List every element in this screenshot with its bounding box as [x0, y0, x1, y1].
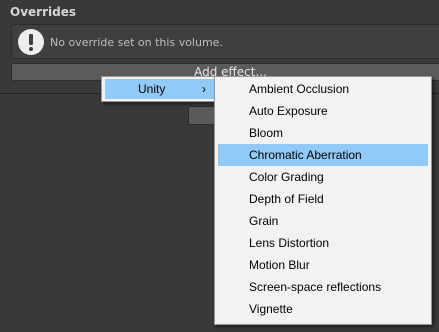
info-helpbox: No override set on this volume. — [11, 24, 439, 59]
menu-item-label: Screen-space reflections — [249, 280, 382, 294]
menu-item-ambient-occlusion[interactable]: Ambient Occlusion — [218, 78, 428, 100]
menu-item-label: Bloom — [249, 126, 284, 140]
menu-item-label: Ambient Occlusion — [249, 82, 350, 96]
info-message: No override set on this volume. — [50, 36, 223, 49]
menu-item-label: Chromatic Aberration — [249, 148, 362, 162]
menu-item-color-grading[interactable]: Color Grading — [218, 166, 428, 188]
menu-item-label: Depth of Field — [249, 192, 324, 206]
menu-item-chromatic-aberration[interactable]: Chromatic Aberration — [218, 144, 428, 166]
menu-item-unity[interactable]: Unity › — [105, 79, 215, 99]
menu-item-depth-of-field[interactable]: Depth of Field — [218, 188, 428, 210]
menu-item-bloom[interactable]: Bloom — [218, 122, 428, 144]
menu-item-label: Grain — [249, 214, 279, 228]
context-menu: Unity › — [101, 76, 219, 102]
menu-item-label: Auto Exposure — [249, 104, 328, 118]
menu-item-motion-blur[interactable]: Motion Blur — [218, 254, 428, 276]
menu-item-auto-exposure[interactable]: Auto Exposure — [218, 100, 428, 122]
menu-item-screen-space-reflections[interactable]: Screen-space reflections — [218, 276, 428, 298]
menu-item-vignette[interactable]: Vignette — [218, 298, 428, 320]
menu-item-lens-distortion[interactable]: Lens Distortion — [218, 232, 428, 254]
menu-item-grain[interactable]: Grain — [218, 210, 428, 232]
info-icon — [18, 29, 44, 55]
effects-submenu: Ambient Occlusion Auto Exposure Bloom Chrom… — [214, 76, 432, 325]
menu-item-label: Lens Distortion — [249, 236, 330, 250]
overrides-header: Overrides — [10, 5, 76, 19]
menu-item-label: Unity — [138, 82, 166, 96]
chevron-right-icon: › — [202, 82, 206, 96]
menu-item-label: Color Grading — [249, 170, 324, 184]
menu-item-label: Vignette — [249, 302, 293, 316]
menu-item-label: Motion Blur — [249, 258, 310, 272]
